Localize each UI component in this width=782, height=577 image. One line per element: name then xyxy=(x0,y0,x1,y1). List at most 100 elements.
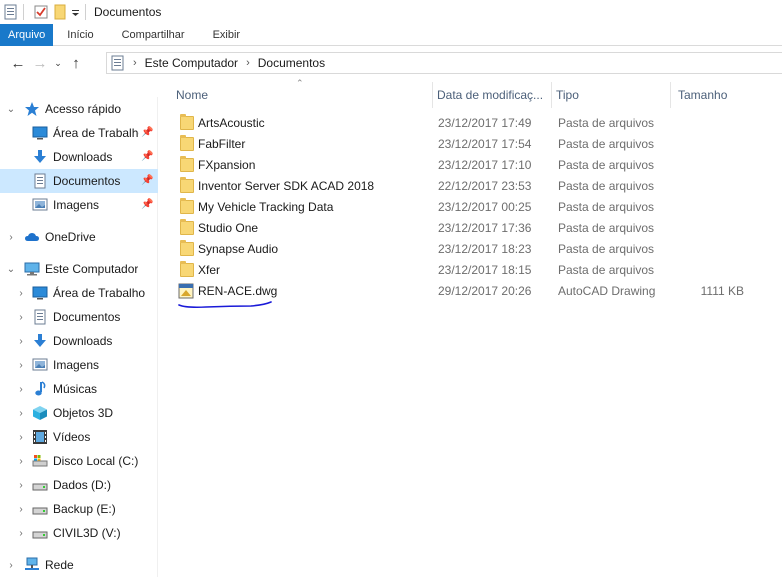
folder-icon xyxy=(180,198,194,214)
chevron-right-icon[interactable]: › xyxy=(16,360,26,371)
chevron-right-icon[interactable]: › xyxy=(16,384,26,395)
local-disk-icon xyxy=(32,453,48,469)
up-arrow-icon: ↑ xyxy=(72,54,80,72)
chevron-down-icon: ⌄ xyxy=(54,57,62,68)
documents-icon xyxy=(32,173,48,189)
file-date: 23/12/2017 18:23 xyxy=(438,242,532,256)
nav-pc-3d-objects[interactable]: › Objetos 3D xyxy=(0,401,158,425)
nav-pc-pictures[interactable]: › Imagens xyxy=(0,353,158,377)
nav-label: Rede xyxy=(45,558,74,572)
nav-quick-documents[interactable]: Documentos 📌 xyxy=(0,169,158,193)
tab-compartilhar[interactable]: Compartilhar xyxy=(108,24,199,46)
chevron-down-icon[interactable]: ⌄ xyxy=(6,264,16,275)
file-row[interactable]: ArtsAcoustic 23/12/2017 17:49 Pasta de a… xyxy=(172,113,772,134)
forward-button[interactable]: → xyxy=(29,52,51,74)
nav-this-pc[interactable]: ⌄ Este Computador xyxy=(0,257,158,281)
nav-pc-downloads[interactable]: › Downloads xyxy=(0,329,158,353)
nav-pc-documents[interactable]: › Documentos xyxy=(0,305,158,329)
breadcrumb-this-pc[interactable]: Este Computador xyxy=(145,56,238,70)
navigation-bar: ← → ⌄ ↑ › Este Computador › Documentos xyxy=(0,48,782,78)
music-icon xyxy=(32,381,48,397)
recent-locations-button[interactable]: ⌄ xyxy=(51,52,65,74)
nav-label: Documentos xyxy=(53,310,121,324)
file-type: Pasta de arquivos xyxy=(558,242,655,256)
ribbon-tabs: Arquivo Início Compartilhar Exibir xyxy=(0,24,782,46)
properties-icon[interactable] xyxy=(33,4,49,20)
chevron-down-icon[interactable]: ⌄ xyxy=(6,104,16,115)
column-header-type[interactable]: Tipo xyxy=(552,82,670,108)
file-row[interactable]: Studio One 23/12/2017 17:36 Pasta de arq… xyxy=(172,218,772,239)
file-date: 23/12/2017 17:10 xyxy=(438,158,532,172)
file-row[interactable]: FXpansion 23/12/2017 17:10 Pasta de arqu… xyxy=(172,155,772,176)
nav-onedrive[interactable]: › OneDrive xyxy=(0,225,158,249)
file-row[interactable]: FabFilter 23/12/2017 17:54 Pasta de arqu… xyxy=(172,134,772,155)
title-bar: Documentos xyxy=(0,0,782,24)
file-name: FabFilter xyxy=(198,137,246,151)
file-row[interactable]: Inventor Server SDK ACAD 2018 22/12/2017… xyxy=(172,176,772,197)
file-date: 29/12/2017 20:26 xyxy=(438,284,532,298)
file-row[interactable]: Synapse Audio 23/12/2017 18:23 Pasta de … xyxy=(172,239,772,260)
nav-label: OneDrive xyxy=(45,230,96,244)
nav-pc-desktop[interactable]: › Área de Trabalho xyxy=(0,281,158,305)
nav-pc-drive-v[interactable]: › CIVIL3D (V:) xyxy=(0,521,158,545)
breadcrumb-separator-icon[interactable]: › xyxy=(246,57,250,69)
pin-icon[interactable]: 📌 xyxy=(141,151,153,162)
file-name: Studio One xyxy=(198,221,259,235)
back-button[interactable]: ← xyxy=(7,52,29,74)
title-divider xyxy=(85,4,86,20)
hand-drawn-underline xyxy=(178,301,272,309)
chevron-right-icon[interactable]: › xyxy=(16,432,26,443)
chevron-right-icon[interactable]: › xyxy=(16,312,26,323)
nav-pc-music[interactable]: › Músicas xyxy=(0,377,158,401)
breadcrumb-separator-icon[interactable]: › xyxy=(133,57,137,69)
up-button[interactable]: ↑ xyxy=(65,52,87,74)
customize-toolbar-icon[interactable] xyxy=(71,4,81,20)
chevron-right-icon[interactable]: › xyxy=(16,408,26,419)
chevron-right-icon[interactable]: › xyxy=(16,504,26,515)
column-divider[interactable] xyxy=(670,82,671,108)
chevron-right-icon[interactable]: › xyxy=(16,480,26,491)
chevron-right-icon[interactable]: › xyxy=(16,528,26,539)
navigation-pane: ⌄ Acesso rápido Área de Trabalho 📌 Downl… xyxy=(0,97,158,577)
desktop-icon xyxy=(32,125,48,141)
column-header-size[interactable]: Tamanho xyxy=(674,82,764,108)
chevron-right-icon[interactable]: › xyxy=(16,288,26,299)
nav-quick-desktop[interactable]: Área de Trabalho 📌 xyxy=(0,121,158,145)
nav-quick-pictures[interactable]: Imagens 📌 xyxy=(0,193,158,217)
chevron-right-icon[interactable]: › xyxy=(6,560,16,571)
star-icon xyxy=(24,101,40,117)
tab-exibir[interactable]: Exibir xyxy=(199,24,255,46)
file-row[interactable]: Xfer 23/12/2017 18:15 Pasta de arquivos xyxy=(172,260,772,281)
new-folder-icon[interactable] xyxy=(52,4,68,20)
breadcrumb-documents[interactable]: Documentos xyxy=(258,56,325,70)
file-date: 23/12/2017 17:49 xyxy=(438,116,532,130)
folder-icon xyxy=(180,156,194,172)
file-date: 23/12/2017 17:54 xyxy=(438,137,532,151)
file-row[interactable]: My Vehicle Tracking Data 23/12/2017 00:2… xyxy=(172,197,772,218)
nav-quick-downloads[interactable]: Downloads 📌 xyxy=(0,145,158,169)
folder-icon xyxy=(180,240,194,256)
file-type: AutoCAD Drawing xyxy=(558,284,656,298)
pin-icon[interactable]: 📌 xyxy=(141,127,153,138)
pin-icon[interactable]: 📌 xyxy=(141,199,153,210)
pin-icon[interactable]: 📌 xyxy=(141,175,153,186)
nav-pc-drive-d[interactable]: › Dados (D:) xyxy=(0,473,158,497)
window-app-icon[interactable] xyxy=(3,4,19,20)
tab-arquivo[interactable]: Arquivo xyxy=(0,24,54,46)
nav-pc-drive-c[interactable]: › Disco Local (C:) xyxy=(0,449,158,473)
nav-network[interactable]: › Rede xyxy=(0,553,158,577)
nav-pc-videos[interactable]: › Vídeos xyxy=(0,425,158,449)
column-header-name[interactable]: Nome xyxy=(172,82,432,108)
chevron-right-icon[interactable]: › xyxy=(16,336,26,347)
file-name: Xfer xyxy=(198,263,221,277)
address-bar[interactable]: › Este Computador › Documentos xyxy=(106,52,782,74)
chevron-right-icon[interactable]: › xyxy=(6,232,16,243)
window-title: Documentos xyxy=(94,5,162,19)
tab-inicio[interactable]: Início xyxy=(53,24,107,46)
file-name: ArtsAcoustic xyxy=(198,116,265,130)
nav-pc-drive-e[interactable]: › Backup (E:) xyxy=(0,497,158,521)
chevron-right-icon[interactable]: › xyxy=(16,456,26,467)
documents-location-icon xyxy=(111,55,125,71)
nav-quick-access[interactable]: ⌄ Acesso rápido xyxy=(0,97,158,121)
column-header-date[interactable]: Data de modificaç... xyxy=(433,82,551,108)
